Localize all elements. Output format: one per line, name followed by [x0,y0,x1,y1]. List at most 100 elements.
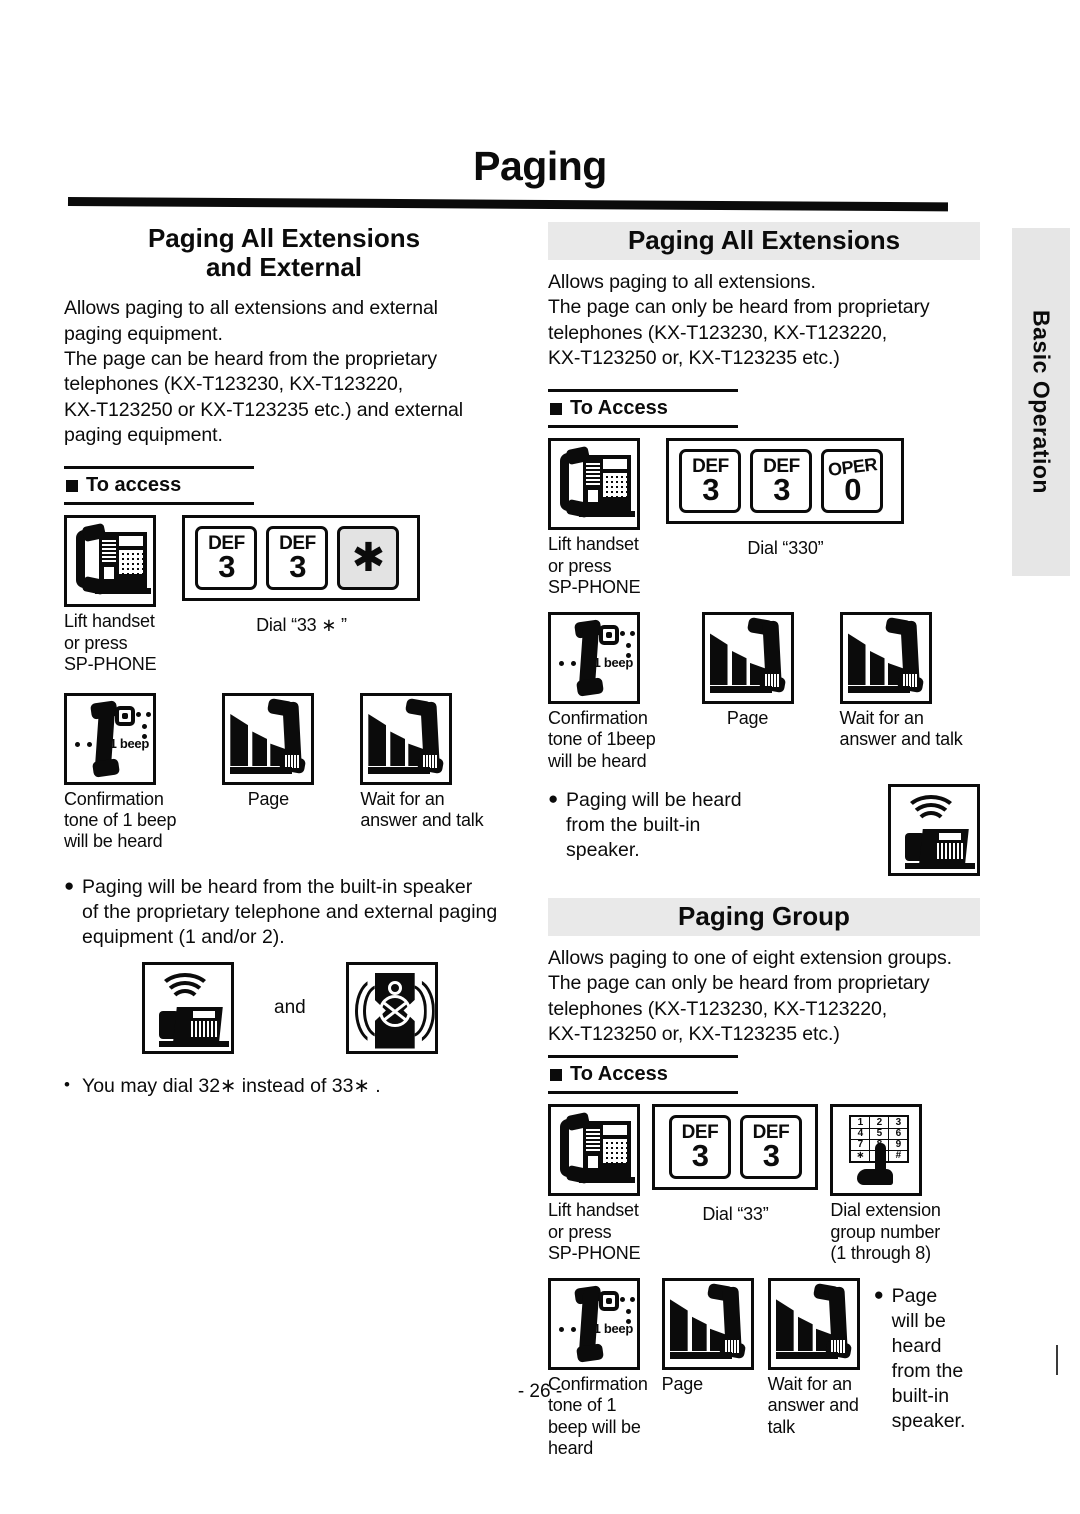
page-announce-icon [222,692,315,785]
telephone-handset-lift-icon [64,515,156,608]
steps-row-1-section-1: Lift handset or press SP-PHONE DEF 3 DEF… [64,515,504,675]
step-lift-handset: Lift handset or press SP-PHONE [64,515,157,675]
wait-answer-talk-icon [767,1278,860,1371]
section-body-paging-all-extensions: Allows paging to all extensions. The pag… [548,270,980,371]
key-def-3: DEF 3 [679,449,742,514]
beep-label: 1 beep [109,735,150,751]
step-caption: Confirmation tone of 1beep will be heard [548,708,656,771]
key-asterisk: ✱ [337,526,400,591]
keypad-key: 2 [870,1117,889,1128]
to-access-text: To Access [570,1063,668,1086]
bullet-dot-icon: ● [548,788,559,808]
page-title: Paging [473,143,607,189]
body-line: KX-T123250 or, KX-T123235 etc.) [548,1023,840,1046]
note-text: Page will be heard from the built-in spe… [891,1285,966,1432]
step-caption: Lift handset or press SP-PHONE [548,1200,641,1263]
telephone-handset-lift-icon [548,1104,640,1197]
steps-row-1-section-3: Lift handset or press SP-PHONE DEF 3 DEF… [548,1104,980,1264]
bullet-dot-icon: ● [64,875,75,895]
beep-label: 1 beep [593,1321,634,1337]
confirmation-beep-icon: 1 beep [548,612,640,705]
step-confirmation-beep: 1 beep Confirmation tone of 1 beep will … [548,1278,648,1459]
step-caption: Page [726,708,769,729]
step-caption: Lift handset or press SP-PHONE [64,611,157,674]
pointing-finger-icon [857,1143,894,1187]
keypad-key: 7 [851,1139,870,1151]
key-def-3: DEF 3 [750,449,813,514]
step-wait-answer: Wait for an answer and talk [767,1278,860,1438]
step-caption: Dial “330” [747,538,824,559]
body-line: telephones (KX-T123230, KX-T123220, [548,321,888,344]
keypad-key: 9 [889,1139,908,1151]
confirmation-beep-icon: 1 beep [548,1278,640,1371]
right-column: Paging All Extensions Allows paging to a… [548,222,980,1459]
body-line: telephones (KX-T123230, KX-T123220, [64,373,404,396]
dial-keys-icon: DEF 3 DEF 3 [652,1104,819,1191]
index-tab-label: Basic Operation [1028,310,1055,494]
telephone-handset-lift-icon [548,438,640,531]
note-text: Paging will be heard from the built-in s… [566,788,742,861]
step-dial-group-number: 1 2 3 4 5 6 7 8 9 ∗ 0 # [830,1104,941,1264]
to-access-label: To Access [548,1058,738,1091]
key-def-3: DEF 3 [739,1115,802,1180]
confirmation-beep-icon: 1 beep [64,692,156,785]
step-dial-33: DEF 3 DEF 3 Dial “33” [652,1104,819,1225]
step-dial-330: DEF 3 DEF 3 OPER 0 Dial “330” [666,438,905,559]
section-body-paging-group: Allows paging to one of eight extension … [548,946,980,1047]
heading-line-1: Paging All Extensions [627,225,901,255]
step-page: Page [222,692,315,810]
scanned-manual-page: Paging Paging All Extensions and Externa… [0,0,1080,1514]
note-icon-row: and [64,961,504,1054]
heading-line-1: Paging All Extensions [147,223,421,253]
heading-line-1: Paging Group [678,900,850,931]
step-wait-answer: Wait for an answer and talk [360,692,484,831]
body-line: telephones (KX-T123230, KX-T123220, [548,997,888,1020]
bullet-square-icon [550,1068,562,1081]
page-announce-icon [701,612,794,705]
step-caption: Dial “33 ∗ ” [256,615,347,636]
steps-row-2-section-2: 1 beep Confirmation tone of 1beep will b… [548,612,980,772]
bullet-square-icon [66,479,78,492]
body-line: The page can be heard from the proprieta… [64,347,438,370]
wait-answer-talk-icon [839,612,932,705]
external-horn-speaker-icon [345,961,438,1054]
section-heading-paging-group: Paging Group [548,897,980,936]
bullet-dot-icon: • [64,1074,70,1094]
body-line: Allows paging to all extensions. [548,271,816,294]
bullet-dot-icon: ● [873,1285,884,1305]
steps-row-2-section-1: 1 beep Confirmation tone of 1 beep will … [64,692,504,853]
key-def-3: DEF 3 [668,1115,731,1180]
rule-below [64,502,254,506]
key-def-3: DEF 3 [266,526,329,591]
body-line: The page can only be heard from propriet… [548,296,930,319]
rule-below [548,425,738,429]
beep-label: 1 beep [593,655,634,671]
step-wait-answer: Wait for an answer and talk [839,612,963,750]
step-confirmation-beep: 1 beep Confirmation tone of 1beep will b… [548,612,656,772]
section-heading-paging-all-external: Paging All Extensions and External [64,222,504,286]
note-row-built-in-speaker: ● Paging will be heard from the built-in… [548,783,980,876]
keypad-key: 6 [889,1128,908,1139]
index-tab-basic-operation: Basic Operation [1012,228,1070,576]
step-lift-handset: Lift handset or press SP-PHONE [548,438,641,598]
dial-keys-icon: DEF 3 DEF 3 ✱ [182,515,421,602]
body-line: KX-T123250 or, KX-T123235 etc.) [548,347,840,370]
step-caption: Lift handset or press SP-PHONE [548,534,641,597]
to-access-text: To Access [570,397,668,420]
body-line: Allows paging to one of eight extension … [548,947,952,969]
step-dial-33-star: DEF 3 DEF 3 ✱ Dial “33 ∗ ” [182,515,421,636]
page-edge-mark [1056,1345,1058,1375]
to-access-heading-block-1: To access [64,466,254,506]
step-page: Page [701,612,794,729]
steps-row-2-section-3: 1 beep Confirmation tone of 1 beep will … [548,1278,980,1459]
step-caption: Confirmation tone of 1 beep will be hear… [64,788,177,852]
built-in-speaker-phone-icon [142,961,234,1054]
title-underline-rule [67,197,949,212]
note-text: You may dial 32∗ instead of 33∗ . [82,1074,381,1097]
to-access-label: To access [64,469,254,502]
rule-below [548,1091,738,1095]
body-line: Allows paging to all extensions and exte… [64,297,438,320]
built-in-speaker-phone-icon [888,783,980,876]
to-access-label: To Access [548,392,738,425]
step-caption: Dial extension group number (1 through 8… [830,1200,941,1263]
